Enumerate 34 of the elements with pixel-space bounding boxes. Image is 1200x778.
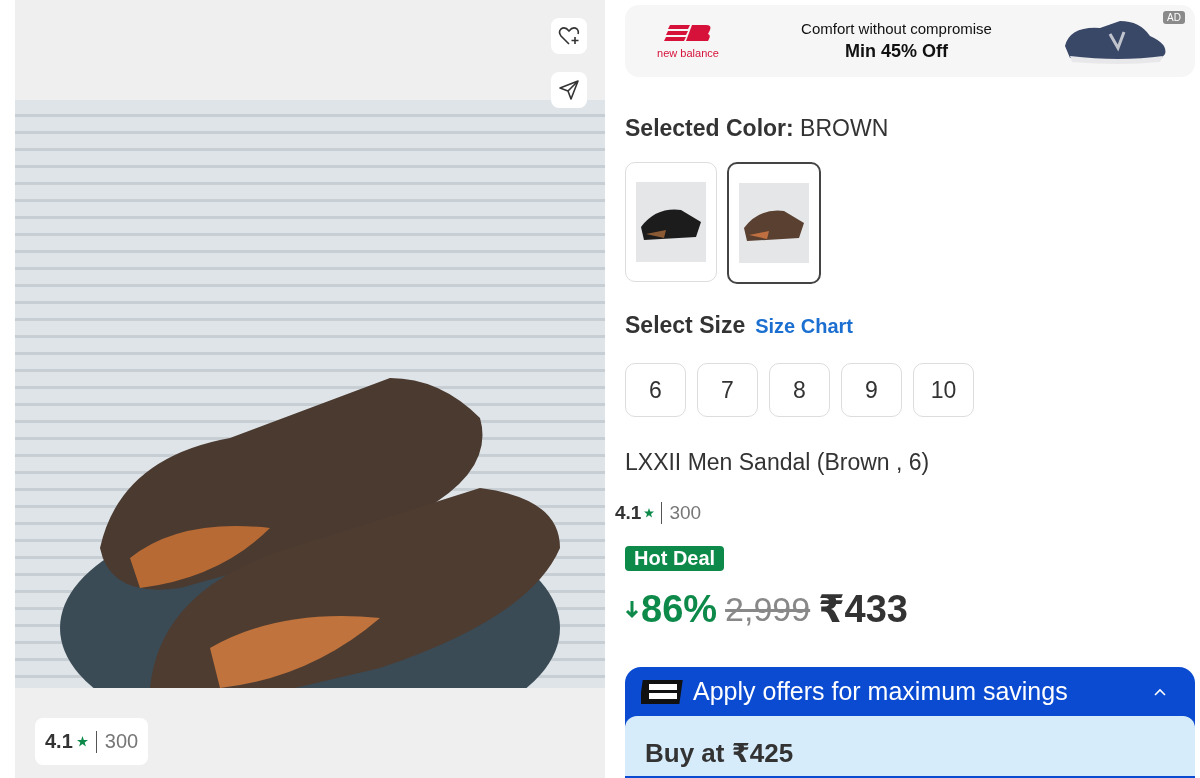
original-price: 2,999	[725, 589, 811, 629]
size-chart-link[interactable]: Size Chart	[755, 315, 853, 339]
select-size-label: Select Size	[625, 312, 746, 340]
offers-title: Apply offers for maximum savings	[693, 677, 1069, 707]
size-option[interactable]: 10	[913, 363, 974, 418]
discount-percent: 86%	[641, 587, 718, 631]
rating-count: 300	[104, 730, 139, 753]
ad-offer: Min 45% Off	[845, 41, 948, 63]
sale-price: ₹433	[818, 587, 908, 632]
ad-headline: Comfort without compromise	[801, 20, 992, 38]
product-title: LXXII Men Sandal (Brown , 6)	[625, 449, 930, 477]
size-option[interactable]: 8	[769, 363, 830, 418]
wishlist-button[interactable]	[551, 18, 587, 54]
rating-value: 4.1	[615, 502, 642, 525]
size-option[interactable]: 6	[625, 363, 686, 418]
color-swatch[interactable]	[727, 162, 821, 285]
send-icon	[557, 78, 581, 102]
size-option[interactable]: 9	[841, 363, 902, 418]
size-option[interactable]: 7	[697, 363, 758, 418]
offers-header[interactable]: Apply offers for maximum savings	[625, 667, 1195, 717]
down-arrow-icon	[625, 599, 639, 620]
brand-name: new balance	[657, 47, 719, 60]
hot-deal-badge: Hot Deal	[625, 546, 725, 572]
star-icon	[76, 736, 88, 747]
rating-count: 300	[669, 502, 702, 525]
rating-value: 4.1	[45, 730, 73, 753]
ad-banner[interactable]: new balance Comfort without compromise Min 45% Off AD	[625, 5, 1195, 78]
ad-badge: AD	[1163, 11, 1185, 24]
share-button[interactable]	[551, 72, 587, 108]
offer-card[interactable]: Buy at ₹425	[625, 716, 1195, 777]
wow-deal-icon	[641, 677, 685, 706]
star-icon	[644, 508, 655, 519]
selected-color-label: Selected Color: BROWN	[625, 115, 889, 143]
offer-card-title: Buy at ₹425	[645, 738, 794, 769]
